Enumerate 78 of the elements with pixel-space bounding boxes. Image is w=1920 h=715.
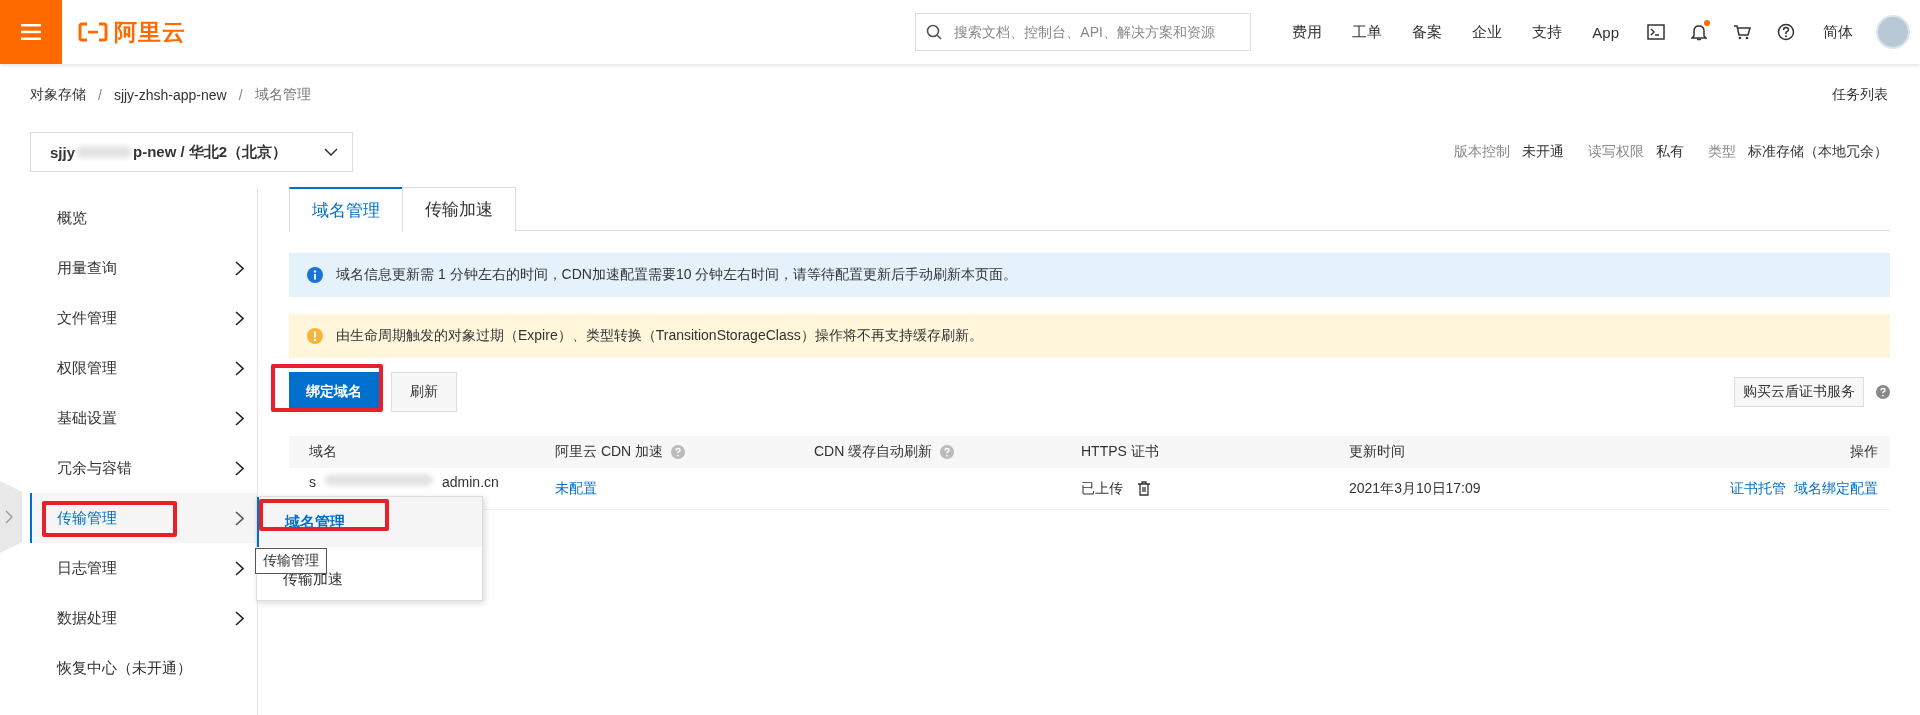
bucket-region: p-new / 华北2（北京） (133, 142, 288, 162)
sidebar-item-label: 冗余与容错 (57, 458, 132, 478)
nav-link[interactable]: 备案 (1412, 22, 1443, 42)
chevron-down-icon (324, 148, 338, 156)
tab[interactable]: 域名管理 (289, 187, 403, 232)
column-header: 域名 (309, 443, 337, 461)
column-header: 更新时间 (1349, 443, 1405, 461)
warning-icon (307, 328, 323, 344)
info-value: 标准存储（本地冗余） (1748, 143, 1888, 161)
domain-text: s (309, 473, 316, 490)
sidebar-item[interactable]: 冗余与容错 (30, 443, 257, 493)
nav-link[interactable]: App (1592, 23, 1619, 41)
tooltip: 传输管理 (255, 548, 327, 574)
notice-text: 域名信息更新需 1 分钟左右的时间，CDN加速配置需要10 分钟左右时间，请等待配置更新后手动刷新本页面。 (336, 266, 1018, 284)
sidebar-item[interactable]: 用量查询 (30, 243, 257, 293)
blurred-text (76, 146, 133, 158)
menu-button[interactable] (0, 0, 62, 64)
task-list-link[interactable]: 任务列表 (1832, 86, 1888, 104)
sidebar-item[interactable]: 概览 (30, 193, 257, 243)
breadcrumb-link[interactable]: 对象存储 (30, 86, 86, 104)
trash-icon[interactable] (1137, 481, 1151, 496)
chevron-right-icon (5, 510, 13, 524)
menu-icon (21, 24, 41, 40)
table-cell: 已上传 (1081, 479, 1123, 498)
table-cell: 2021年3月10日17:09 (1349, 479, 1481, 498)
search-bar[interactable]: 搜索文档、控制台、API、解决方案和资源 (915, 13, 1252, 51)
sidebar-item-label: 日志管理 (57, 558, 117, 578)
sidebar-item-label: 基础设置 (57, 408, 117, 428)
column-header: 阿里云 CDN 加速 (555, 443, 664, 461)
info-label: 版本控制 (1454, 143, 1510, 161)
column-header: CDN 缓存自动刷新 (814, 443, 933, 461)
operation-link[interactable]: 证书托管 (1730, 479, 1786, 498)
logo-icon (78, 22, 108, 42)
nav-link[interactable]: 企业 (1472, 22, 1503, 42)
sidebar-item-label: 传输管理 (57, 508, 117, 528)
language-link[interactable]: 简体 (1823, 22, 1853, 42)
sidebar-item[interactable]: 基础设置 (30, 393, 257, 443)
nav-link[interactable]: 费用 (1292, 22, 1323, 42)
bucket-name: sjjy (50, 143, 76, 161)
breadcrumb-link[interactable]: sjjy-zhsh-app-new (113, 87, 227, 103)
bucket-selector[interactable]: sjjy p-new / 华北2（北京） (30, 132, 353, 172)
column-header: 操作 (1850, 443, 1878, 461)
sidebar-item[interactable]: 恢复中心（未开通） (30, 643, 257, 693)
logo-text: 阿里云 (114, 17, 186, 47)
cdn-config-link[interactable]: 未配置 (555, 479, 597, 498)
sidebar-item[interactable]: 文件管理 (30, 293, 257, 343)
info-icon (307, 267, 323, 283)
search-icon (926, 24, 943, 40)
sidebar-item[interactable]: 日志管理 (30, 543, 257, 593)
breadcrumb-separator: / (98, 87, 102, 103)
terminal-icon[interactable] (1647, 24, 1665, 40)
breadcrumb-separator: / (238, 87, 243, 103)
buy-certificate-button[interactable]: 购买云盾证书服务 (1734, 377, 1864, 407)
cart-icon[interactable] (1733, 24, 1751, 40)
tab[interactable]: 传输加速 (402, 187, 516, 231)
notice-text: 由生命周期触发的对象过期（Expire）、类型转换（TransitionStorageClass）操作将不再支持缓存刷新。 (336, 327, 983, 345)
nav-link[interactable]: 支持 (1532, 22, 1563, 42)
sidebar-item-label: 文件管理 (57, 308, 117, 328)
sidebar-item[interactable]: 权限管理 (30, 343, 257, 393)
operation-link[interactable]: 域名绑定配置 (1794, 479, 1878, 498)
domain-text: admin.cn (442, 473, 499, 490)
column-header: HTTPS 证书 (1081, 443, 1159, 461)
help-icon[interactable] (1777, 23, 1795, 41)
nav-link[interactable]: 工单 (1352, 22, 1383, 42)
info-value: 未开通 (1522, 143, 1564, 161)
info-label: 读写权限 (1588, 143, 1644, 161)
sidebar-item-label: 概览 (57, 208, 87, 228)
sidebar-item-label: 恢复中心（未开通） (57, 658, 192, 678)
info-label: 类型 (1708, 143, 1736, 161)
refresh-button[interactable]: 刷新 (391, 372, 457, 412)
bell-icon[interactable] (1691, 23, 1707, 41)
breadcrumb-link[interactable]: 域名管理 (254, 86, 311, 104)
sidebar-item[interactable]: 传输管理 (30, 493, 257, 543)
info-value: 私有 (1656, 143, 1684, 161)
sidebar-item-label: 数据处理 (57, 608, 117, 628)
sidebar-item-label: 权限管理 (57, 358, 117, 378)
sidebar-item-label: 用量查询 (57, 258, 117, 278)
sidebar-item[interactable]: 数据处理 (30, 593, 257, 643)
